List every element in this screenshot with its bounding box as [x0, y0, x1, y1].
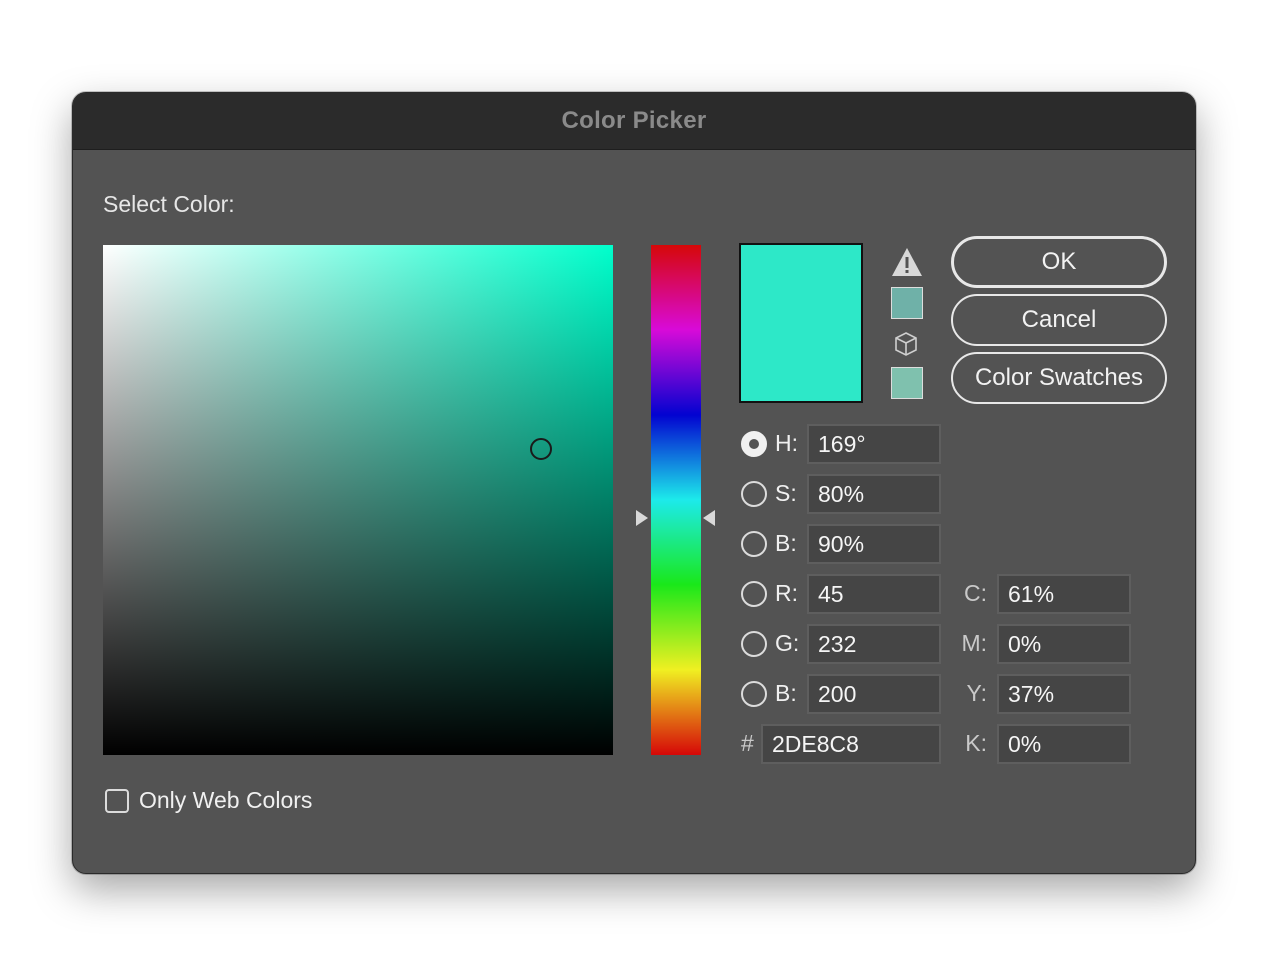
ok-button[interactable]: OK — [951, 236, 1167, 288]
new-color-preview — [739, 243, 863, 403]
hex-field[interactable]: 2DE8C8 — [761, 724, 941, 764]
red-radio[interactable] — [741, 581, 767, 607]
black-label: K: — [965, 730, 987, 756]
only-web-colors-label: Only Web Colors — [139, 787, 313, 813]
saturation-radio[interactable] — [741, 481, 767, 507]
blue-field[interactable]: 200 — [807, 674, 941, 714]
saturation-brightness-field[interactable] — [103, 245, 613, 755]
select-color-label: Select Color: — [103, 191, 235, 217]
web-safe-cube-icon[interactable] — [894, 331, 918, 357]
hue-field[interactable]: 169° — [807, 424, 941, 464]
hue-slider[interactable] — [651, 245, 701, 755]
color-swatches-button[interactable]: Color Swatches — [951, 352, 1167, 404]
color-picker-dialog: Color Picker Select Color: OK Cancel Col… — [72, 92, 1196, 874]
web-color-swatch[interactable] — [891, 367, 923, 399]
brightness-radio[interactable] — [741, 531, 767, 557]
blue-label: B: — [775, 680, 797, 706]
blue-radio[interactable] — [741, 681, 767, 707]
hue-slider-left-handle[interactable] — [636, 510, 648, 526]
color-selection-marker[interactable] — [530, 438, 552, 460]
brightness-field[interactable]: 90% — [807, 524, 941, 564]
gamut-color-swatch[interactable] — [891, 287, 923, 319]
hex-label: # — [741, 730, 754, 756]
only-web-colors-option[interactable]: Only Web Colors — [105, 787, 312, 814]
yellow-field[interactable]: 37% — [997, 674, 1131, 714]
out-of-gamut-warning-icon[interactable] — [891, 247, 923, 277]
magenta-field[interactable]: 0% — [997, 624, 1131, 664]
hue-radio[interactable] — [741, 431, 767, 457]
red-field[interactable]: 45 — [807, 574, 941, 614]
green-field[interactable]: 232 — [807, 624, 941, 664]
saturation-label: S: — [775, 480, 797, 506]
title-bar[interactable]: Color Picker — [73, 93, 1195, 150]
yellow-label: Y: — [966, 680, 987, 706]
cancel-button[interactable]: Cancel — [951, 294, 1167, 346]
hue-slider-right-handle[interactable] — [703, 510, 715, 526]
saturation-field[interactable]: 80% — [807, 474, 941, 514]
only-web-colors-checkbox[interactable] — [105, 788, 129, 813]
window-title: Color Picker — [561, 107, 707, 134]
hue-label: H: — [775, 430, 798, 456]
red-label: R: — [775, 580, 798, 606]
green-radio[interactable] — [741, 631, 767, 657]
black-field[interactable]: 0% — [997, 724, 1131, 764]
green-label: G: — [775, 630, 800, 656]
brightness-label: B: — [775, 530, 797, 556]
cyan-field[interactable]: 61% — [997, 574, 1131, 614]
cyan-label: C: — [964, 580, 987, 606]
magenta-label: M: — [961, 630, 987, 656]
